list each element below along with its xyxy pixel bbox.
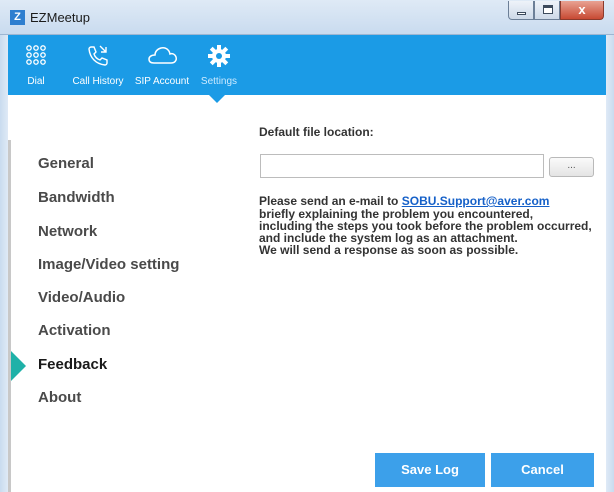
phone-history-icon <box>88 45 108 66</box>
save-log-button[interactable]: Save Log <box>375 453 485 487</box>
nav-bandwidth[interactable]: Bandwidth <box>38 189 115 206</box>
maximize-icon <box>543 5 553 14</box>
gear-icon <box>208 45 230 67</box>
nav-feedback[interactable]: Feedback <box>38 356 107 373</box>
window-controls: x <box>508 1 604 21</box>
cancel-button[interactable]: Cancel <box>491 453 594 487</box>
toolbar-call-history-label: Call History <box>72 76 124 87</box>
message-prefix: Please send an e-mail to <box>259 194 402 208</box>
minimize-icon <box>517 12 526 15</box>
nav-video-audio[interactable]: Video/Audio <box>38 289 125 306</box>
toolbar-sip-account[interactable]: SIP Account <box>132 35 192 95</box>
main-toolbar: Dial Call History SIP Account Settings <box>8 35 606 95</box>
maximize-button[interactable] <box>534 1 560 20</box>
app-logo-icon: Z <box>10 10 25 25</box>
nav-general[interactable]: General <box>38 155 94 172</box>
minimize-button[interactable] <box>508 1 534 20</box>
dialpad-icon <box>26 45 46 65</box>
window-title: EZMeetup <box>30 10 90 25</box>
toolbar-dial[interactable]: Dial <box>18 35 54 95</box>
feedback-message-line-5: We will send a response as soon as possi… <box>259 243 519 257</box>
nav-network[interactable]: Network <box>38 223 97 240</box>
toolbar-settings[interactable]: Settings <box>198 35 240 95</box>
window-frame-left <box>0 35 8 492</box>
cloud-icon <box>148 47 177 64</box>
feedback-message-line-1: Please send an e-mail to SOBU.Support@av… <box>259 195 549 207</box>
active-nav-indicator <box>11 351 26 381</box>
close-button[interactable]: x <box>560 1 604 20</box>
toolbar-sip-account-label: SIP Account <box>134 76 190 87</box>
nav-activation[interactable]: Activation <box>38 322 111 339</box>
file-location-input[interactable] <box>260 154 544 178</box>
active-tab-caret <box>209 95 225 103</box>
toolbar-call-history[interactable]: Call History <box>66 35 130 95</box>
support-email-link[interactable]: SOBU.Support@aver.com <box>402 194 550 208</box>
window-frame-right <box>606 35 614 492</box>
toolbar-dial-label: Dial <box>27 76 45 87</box>
browse-button[interactable]: ... <box>549 157 594 177</box>
close-icon: x <box>578 2 586 17</box>
title-bar: Z EZMeetup x <box>0 0 614 35</box>
default-file-location-label: Default file location: <box>259 125 374 139</box>
nav-about[interactable]: About <box>38 389 81 406</box>
nav-image-video-setting[interactable]: Image/Video setting <box>38 256 179 273</box>
left-border <box>8 140 11 492</box>
toolbar-settings-label: Settings <box>200 76 238 87</box>
